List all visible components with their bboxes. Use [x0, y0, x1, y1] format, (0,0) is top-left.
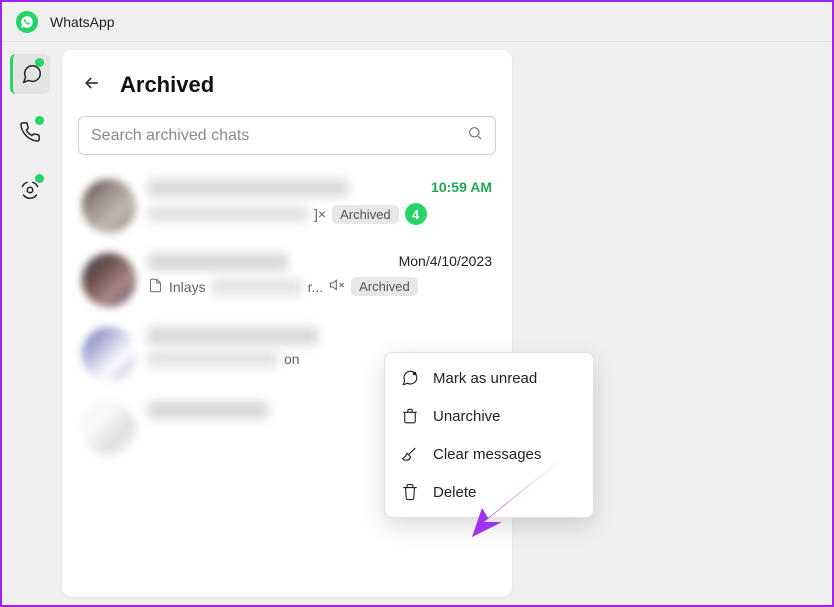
- avatar: [82, 253, 136, 307]
- avatar: [82, 401, 136, 455]
- archived-panel: Archived 10:59 AM ]× Archived 4: [62, 50, 512, 597]
- archived-badge: Archived: [332, 205, 399, 224]
- chat-preview-suffix: r...: [308, 279, 324, 295]
- notification-dot-icon: [35, 116, 44, 125]
- archive-box-icon: [401, 407, 419, 425]
- chat-preview: [148, 206, 308, 222]
- chat-name: [148, 179, 348, 197]
- whatsapp-logo-icon: [16, 11, 38, 33]
- menu-label: Clear messages: [433, 446, 541, 463]
- chat-preview-suffix: ]×: [314, 206, 326, 222]
- chat-name: [148, 253, 288, 271]
- menu-label: Unarchive: [433, 408, 501, 425]
- page-title: Archived: [120, 72, 214, 98]
- chat-name: [148, 401, 268, 419]
- search-input[interactable]: [91, 127, 467, 145]
- chat-row[interactable]: Mon/4/10/2023 Inlays r... Archived: [76, 243, 498, 317]
- chat-time: Mon/4/10/2023: [399, 253, 492, 269]
- chat-row[interactable]: 10:59 AM ]× Archived 4: [76, 169, 498, 243]
- menu-label: Mark as unread: [433, 370, 537, 387]
- context-menu: Mark as unread Unarchive Clear messages …: [384, 352, 594, 518]
- menu-label: Delete: [433, 484, 476, 501]
- broom-icon: [401, 445, 419, 463]
- app-title: WhatsApp: [50, 14, 115, 30]
- chat-name: [148, 327, 318, 345]
- menu-unarchive[interactable]: Unarchive: [385, 397, 593, 435]
- menu-clear-messages[interactable]: Clear messages: [385, 435, 593, 473]
- notification-dot-icon: [35, 58, 44, 67]
- chat-preview: [148, 351, 278, 367]
- menu-mark-unread[interactable]: Mark as unread: [385, 359, 593, 397]
- chat-preview-doc: Inlays: [169, 279, 206, 295]
- nav-status-button[interactable]: [10, 170, 50, 210]
- back-button[interactable]: [82, 73, 102, 98]
- unread-count-badge: 4: [405, 203, 427, 225]
- chat-unread-icon: [401, 369, 419, 387]
- chat-preview-suffix: on: [284, 351, 300, 367]
- archived-badge: Archived: [351, 277, 418, 296]
- nav-chats-button[interactable]: [10, 54, 50, 94]
- title-bar: WhatsApp: [2, 2, 832, 42]
- chat-preview: [212, 279, 302, 295]
- nav-rail: [2, 42, 58, 605]
- search-icon: [467, 125, 483, 146]
- notification-dot-icon: [35, 174, 44, 183]
- mute-icon: [329, 277, 345, 296]
- document-icon: [148, 278, 163, 296]
- search-field[interactable]: [78, 116, 496, 155]
- avatar: [82, 327, 136, 381]
- trash-icon: [401, 483, 419, 501]
- chat-time: 10:59 AM: [431, 179, 492, 195]
- nav-calls-button[interactable]: [10, 112, 50, 152]
- avatar: [82, 179, 136, 233]
- menu-delete[interactable]: Delete: [385, 473, 593, 511]
